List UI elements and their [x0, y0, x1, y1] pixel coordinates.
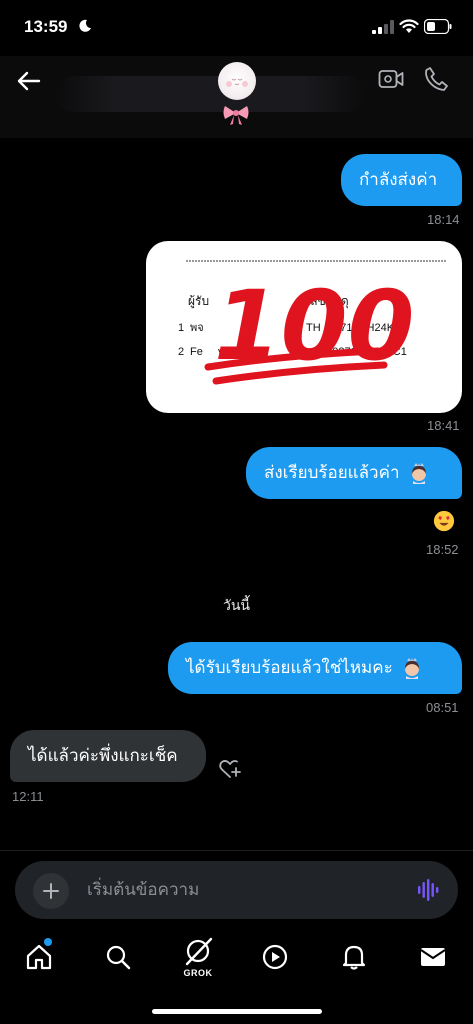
princess-emoji	[404, 658, 419, 679]
bottom-tab-bar: GROK	[0, 930, 473, 1024]
plus-icon	[43, 883, 59, 899]
battery-icon	[424, 19, 452, 34]
tab-messages[interactable]	[418, 942, 448, 972]
receipt-row1-name: พจ	[190, 321, 204, 334]
heart-plus-icon[interactable]	[218, 758, 242, 780]
heart-eyes-emoji[interactable]	[432, 510, 456, 532]
status-time: 13:59	[24, 17, 68, 36]
incoming-message-bubble[interactable]: ได้แล้วค่ะพึ่งแกะเช็ค	[10, 730, 206, 782]
message-text: กำลังส่งค่า	[359, 170, 438, 190]
tab-video[interactable]	[260, 942, 290, 972]
wifi-icon	[399, 19, 419, 33]
message-input[interactable]	[87, 861, 387, 919]
receipt-col-recipient: ผู้รับ	[188, 294, 209, 309]
princess-emoji	[411, 463, 426, 484]
notification-dot	[44, 938, 52, 946]
composer-divider	[0, 850, 473, 851]
home-icon	[26, 944, 52, 970]
receipt-row2-name: Fe	[190, 346, 203, 358]
tab-notifications[interactable]	[339, 942, 369, 972]
tab-search[interactable]	[103, 942, 133, 972]
back-arrow-icon[interactable]	[14, 66, 44, 96]
pink-bow-icon	[223, 106, 249, 125]
message-timestamp: 18:41	[427, 418, 460, 433]
receipt-row2-index: 2	[178, 346, 184, 358]
add-media-button[interactable]	[33, 873, 69, 909]
tab-grok[interactable]	[183, 936, 213, 966]
message-timestamp: 18:14	[427, 212, 460, 227]
message-text: ส่งเรียบร้อยแล้วค่า	[264, 463, 400, 483]
cellular-signal-icon	[372, 20, 394, 34]
hundred-points-emoji: 100	[204, 270, 414, 385]
mail-icon	[420, 948, 446, 966]
home-indicator	[152, 1009, 322, 1014]
message-composer	[15, 861, 458, 919]
grok-icon	[185, 937, 213, 966]
video-call-icon[interactable]	[378, 68, 404, 90]
message-timestamp: 08:51	[426, 700, 459, 715]
message-timestamp: 12:11	[12, 789, 44, 804]
voice-wave-icon[interactable]	[417, 879, 439, 901]
image-message[interactable]: ผู้รับ เลขพัสดุ 1 พจ TH 0171TPH24K 2 Fe …	[146, 241, 462, 413]
moon-icon	[79, 19, 91, 32]
outgoing-message-bubble[interactable]: ส่งเรียบร้อยแล้วค่า	[246, 447, 462, 499]
play-icon	[262, 944, 288, 970]
bell-icon	[342, 945, 366, 970]
phone-call-icon[interactable]	[424, 66, 448, 92]
outgoing-message-bubble[interactable]: ได้รับเรียบร้อยแล้วใช่ไหมคะ	[168, 642, 462, 694]
parcel-receipt-image: ผู้รับ เลขพัสดุ 1 พจ TH 0171TPH24K 2 Fe …	[178, 260, 446, 385]
search-icon	[106, 945, 131, 970]
message-text: ได้แล้วค่ะพึ่งแกะเช็ค	[28, 746, 178, 766]
blurred-contact-name	[55, 76, 365, 112]
contact-avatar[interactable]	[218, 62, 256, 100]
conversation-header	[0, 56, 473, 138]
receipt-row1-index: 1	[178, 322, 184, 334]
outgoing-message-bubble[interactable]: กำลังส่งค่า	[341, 154, 462, 206]
status-bar: 13:59	[0, 0, 473, 56]
day-separator: วันนี้	[222, 598, 250, 614]
grok-label: GROK	[183, 968, 213, 978]
message-text: ได้รับเรียบร้อยแล้วใช่ไหมคะ	[186, 658, 393, 678]
tab-home[interactable]	[24, 942, 54, 972]
message-timestamp: 18:52	[426, 542, 459, 557]
